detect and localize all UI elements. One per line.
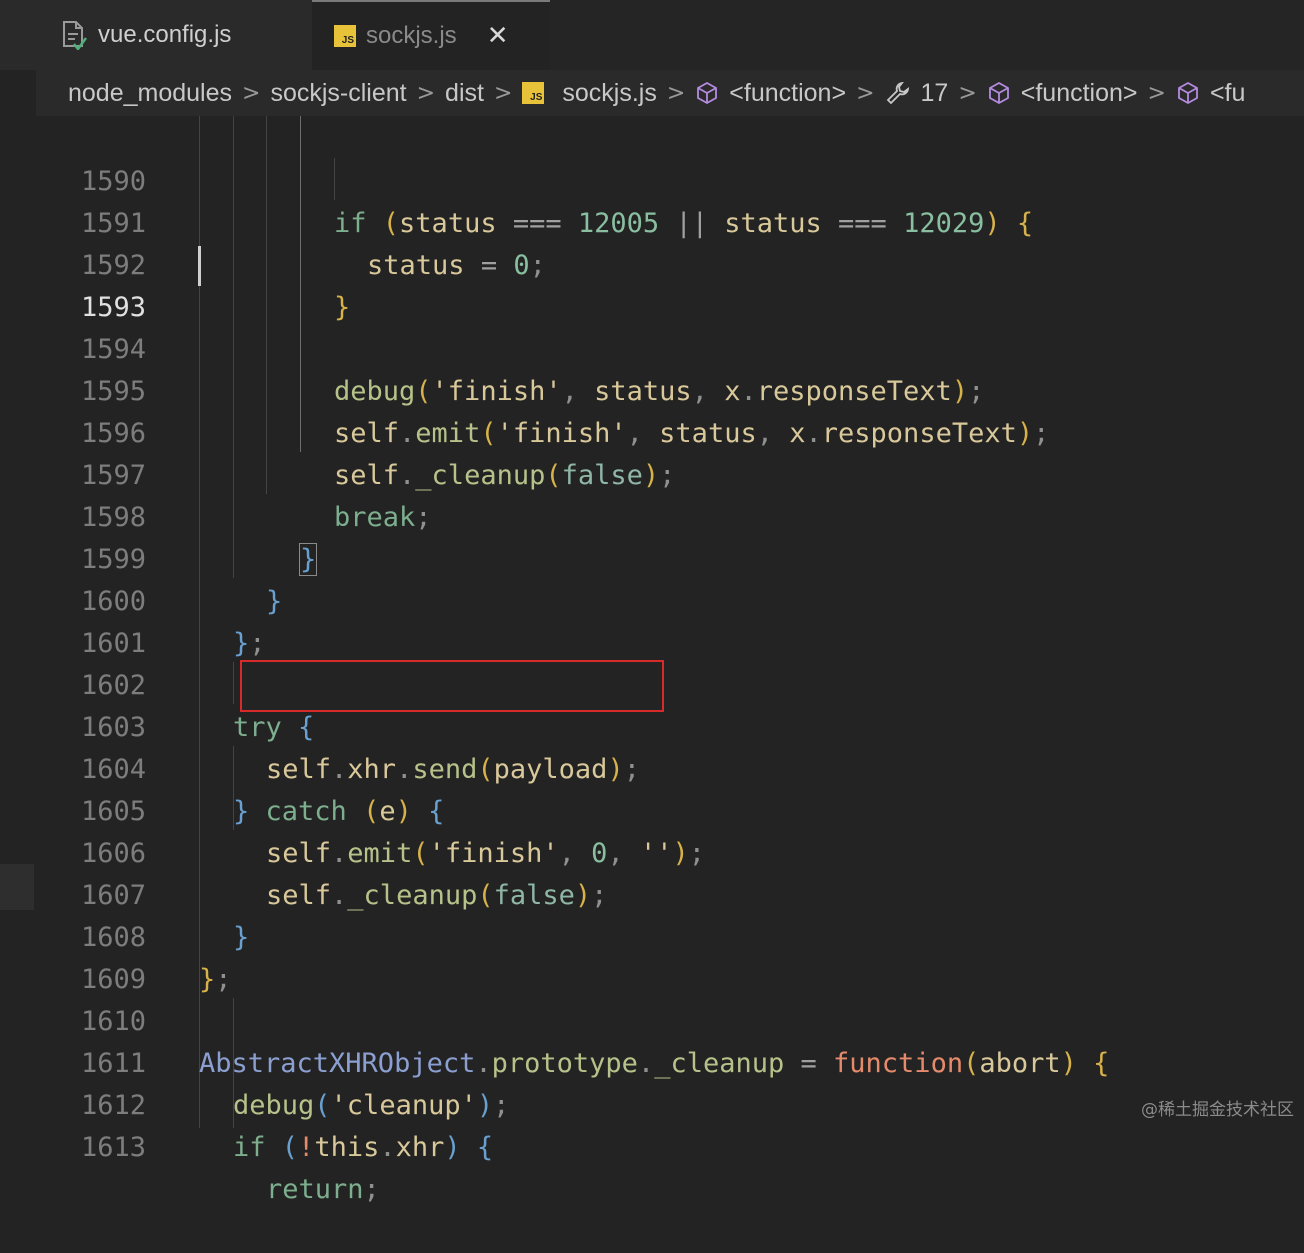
breadcrumb-item[interactable]: dist (445, 79, 484, 108)
tab-label: sockjs.js (366, 22, 457, 49)
highlight-box (240, 660, 664, 712)
breadcrumb-label: sockjs.js (562, 78, 657, 107)
chevron-right-icon: > (493, 80, 513, 106)
code-line: 1607 } (0, 833, 1304, 953)
cube-icon (1178, 81, 1198, 105)
code-line: 1610 AbstractXHRObject.prototype._cleanu… (0, 959, 1304, 1079)
breadcrumb-item-file[interactable]: JS sockjs.js (522, 78, 657, 108)
code-line: 1612 if (!this.xhr) { (0, 1043, 1304, 1163)
breadcrumb-label: <fu (1209, 78, 1246, 107)
chevron-right-icon: > (1147, 80, 1166, 106)
code-line: 1600 }; (0, 539, 1304, 659)
code-line: 1608 }; (0, 875, 1304, 995)
code-line: 1598 } (0, 455, 1304, 576)
js-file-icon: JS (334, 25, 356, 47)
tab-vue-config[interactable]: vue.config.js (0, 0, 312, 70)
watermark: @稀土掘金技术社区 (1141, 1100, 1294, 1120)
wrench-icon (886, 81, 909, 105)
breadcrumb-label: <function> (729, 78, 847, 107)
chevron-right-icon: > (856, 80, 875, 106)
chevron-right-icon: > (666, 80, 686, 106)
tab-sockjs[interactable]: JS sockjs.js ✕ (312, 0, 550, 70)
breadcrumb-item-17[interactable]: 17 (885, 78, 949, 108)
code-text: return; (266, 1174, 380, 1205)
breadcrumb-item-function[interactable]: <function> (987, 79, 1138, 108)
settings-file-icon (60, 20, 88, 52)
close-icon[interactable]: ✕ (487, 23, 509, 49)
code-line: 1597 break; (0, 413, 1304, 533)
code-line: 1590 if (status === 12005 || status === … (0, 119, 1304, 239)
cube-icon (988, 81, 1009, 105)
line-number: 1613 (80, 1132, 146, 1163)
code-line: 1606 self._cleanup(false); (0, 791, 1304, 911)
code-line: 1611 debug('cleanup'); (0, 1001, 1304, 1121)
chevron-right-icon: > (958, 80, 977, 106)
code-line: 1605 self.emit('finish', 0, ''); (0, 749, 1304, 869)
breadcrumb-item[interactable]: node_modules (68, 79, 232, 108)
code-line: 1596 self._cleanup(false); (0, 371, 1304, 491)
chevron-right-icon: > (416, 80, 436, 106)
breadcrumb-label: 17 (920, 78, 949, 107)
js-file-icon: JS (522, 82, 545, 104)
code-line: 1601 (0, 581, 1304, 659)
breadcrumb: node_modules > sockjs-client > dist > JS… (36, 70, 1304, 116)
code-line: 1609 (0, 917, 1304, 995)
breadcrumb-item[interactable]: sockjs-client (270, 79, 406, 108)
tab-bar: vue.config.js JS sockjs.js ✕ (0, 0, 1304, 70)
code-line: 1602 try { (0, 623, 1304, 743)
code-editor[interactable]: 1590 if (status === 12005 || status === … (0, 116, 1304, 1205)
code-text: if (!this.xhr) { (233, 1132, 494, 1163)
code-line: 1592 } (0, 203, 1304, 323)
chevron-right-icon: > (242, 80, 261, 106)
code-line: 1613 return; (0, 1085, 1304, 1205)
code-line: 1594 debug('finish', status, x.responseT… (0, 287, 1304, 407)
code-line: 1599 } (0, 497, 1304, 617)
breadcrumb-label: <function> (1020, 78, 1138, 107)
code-line: 1604 } catch (e) { (0, 707, 1304, 827)
code-line: 1595 self.emit('finish', status, x.respo… (0, 329, 1304, 449)
breadcrumb-item-function[interactable]: <function> (695, 79, 846, 108)
breadcrumb-item-function[interactable]: <fu (1176, 79, 1245, 108)
tab-label: vue.config.js (98, 21, 232, 48)
cube-icon (697, 81, 718, 105)
text-cursor (198, 246, 201, 286)
code-line-active: 1593 (0, 245, 1304, 323)
code-line: 1591 status = 0; (0, 161, 1304, 281)
